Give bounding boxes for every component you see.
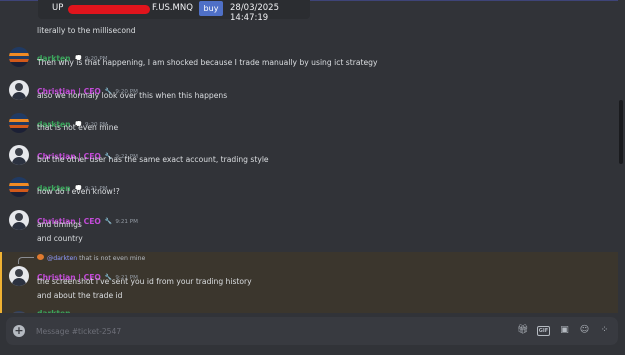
reply-snippet: that is not even mine (79, 255, 146, 262)
message-text: literally to the millisecond (37, 26, 136, 35)
redacted-account-mark (68, 5, 150, 14)
composer-tools: 🎁︎ GIF ▣ ☺ ⁘ (517, 325, 610, 336)
message-input[interactable]: Message #ticket-2547 (36, 327, 121, 336)
gift-icon[interactable]: 🎁︎ (517, 325, 528, 336)
message-header: darkten 💭 9:20 PM (37, 112, 108, 129)
symbol-cell: F.US.MNQ (152, 3, 193, 13)
avatar-darkten[interactable] (9, 47, 29, 67)
scrollbar-thumb[interactable] (619, 100, 623, 164)
avatar-christian[interactable] (9, 145, 29, 165)
message-header: darkten 💭 9:21 PM (37, 176, 108, 193)
message-list[interactable]: UP F.US.MNQ buy 28/03/2025 14:47:19 lite… (0, 0, 618, 313)
datetime-cell: 28/03/2025 14:47:19 (230, 3, 279, 23)
gif-icon[interactable]: GIF (537, 326, 550, 336)
message-header: Christian | CEO 🔧 9:20 PM (37, 79, 138, 96)
avatar-christian[interactable] (9, 210, 29, 230)
sticker-icon[interactable]: ▣ (559, 325, 570, 336)
message-text: how do I even know!? (37, 187, 120, 196)
message-text: and about the trade id (37, 291, 123, 300)
upload-plus-icon[interactable]: + (13, 325, 25, 337)
trade-embed-row: UP F.US.MNQ buy 28/03/2025 14:47:19 (38, 0, 310, 23)
account-prefix: UP (52, 3, 64, 13)
message-input-box[interactable]: + Message #ticket-2547 🎁︎ GIF ▣ ☺ ⁘ (6, 317, 618, 345)
reply-avatar-icon (37, 254, 44, 260)
reply-reference[interactable]: @darkten that is not even mine (37, 254, 145, 262)
avatar-darkten[interactable] (9, 113, 29, 133)
role-icon: 🔧 (104, 218, 113, 225)
message-text: and timings (37, 220, 82, 229)
message-text: the screenshot i've sent you id from you… (37, 277, 252, 286)
message-text: and country (37, 234, 83, 243)
message-composer: + Message #ticket-2547 🎁︎ GIF ▣ ☺ ⁘ (0, 313, 625, 355)
message-header: Christian | CEO 🔧 9:21 PM (37, 209, 138, 226)
avatar-christian[interactable] (9, 80, 29, 100)
reply-connector (18, 257, 34, 264)
apps-icon[interactable]: ⁘ (599, 325, 610, 336)
message-text: that is not even mine (37, 123, 119, 132)
message-header: Christian | CEO 🔧 9:21 PM (37, 265, 138, 282)
message-text: but the other user has the same exact ac… (37, 155, 269, 164)
avatar-darkten[interactable] (9, 177, 29, 197)
side-buy-chip: buy (199, 1, 223, 16)
emoji-icon[interactable]: ☺ (579, 325, 590, 336)
message-header: Christian | CEO 🔧 9:21 PM (37, 144, 138, 161)
message-header: darkten 💭 9:20 PM (37, 46, 108, 63)
timestamp: 9:21 PM (115, 219, 138, 225)
reply-mention[interactable]: @darkten (47, 255, 77, 262)
message-text: Then why is that happening, I am shocked… (37, 58, 378, 67)
avatar-christian[interactable] (9, 266, 29, 286)
message-text: also we normaly look over this when this… (37, 91, 228, 100)
